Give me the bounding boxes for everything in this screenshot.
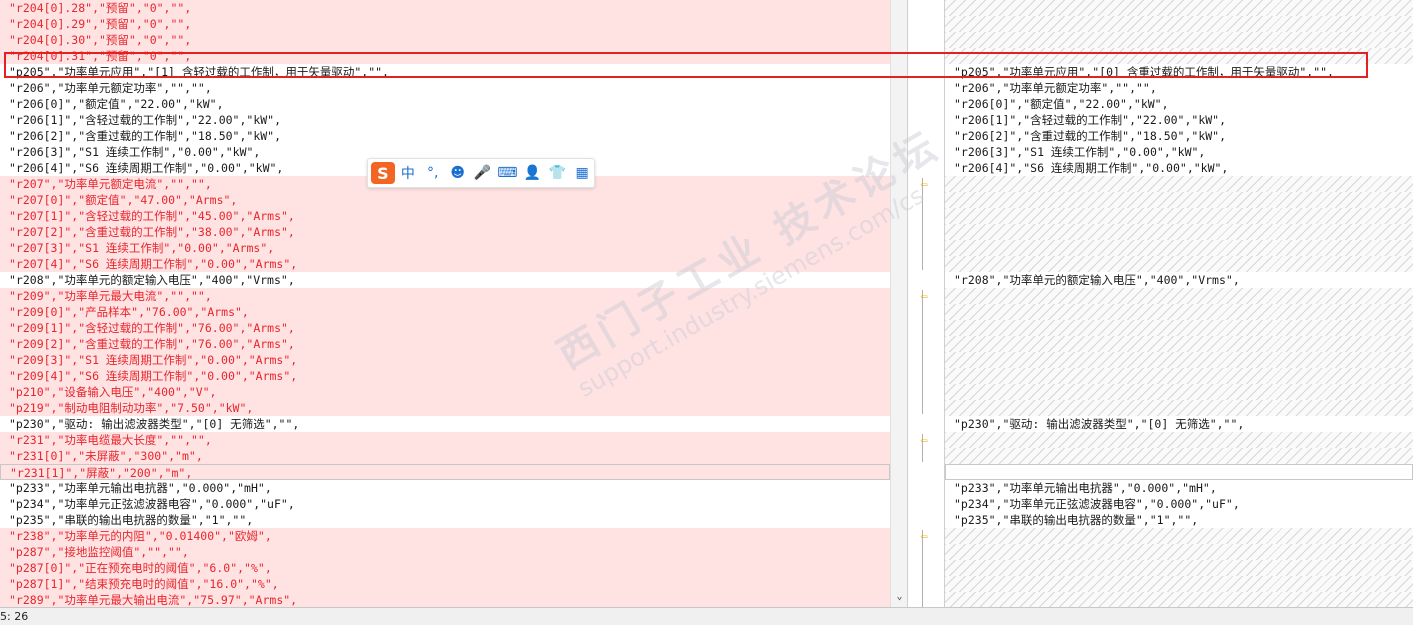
left-diff-pane[interactable]: "r204[0].28","预留","0","", "r204[0].29","预… <box>0 0 890 607</box>
right-missing-line <box>945 384 1413 400</box>
scroll-down-arrow-icon[interactable]: ⌄ <box>893 590 906 604</box>
ime-mode-button[interactable]: 中 <box>396 161 420 185</box>
left-line[interactable]: "r207[4]","S6 连续周期工作制","0.00","Arms", <box>0 256 890 272</box>
left-vertical-scrollbar[interactable]: ⌄ <box>890 0 907 607</box>
right-line[interactable]: "r206","功率单元额定功率","","", <box>945 80 1413 96</box>
right-line[interactable]: "r206[3]","S1 连续工作制","0.00","kW", <box>945 144 1413 160</box>
right-missing-line <box>945 592 1413 607</box>
right-missing-line <box>945 320 1413 336</box>
left-line[interactable]: "r209[4]","S6 连续周期工作制","0.00","Arms", <box>0 368 890 384</box>
copy-left-arrow-icon[interactable]: ⇦ <box>917 434 931 446</box>
left-line[interactable]: "p205","功率单元应用","[1] 含轻过载的工作制，用于矢量驱动",""… <box>0 64 890 80</box>
emoji-icon[interactable]: ☻ <box>446 161 470 185</box>
right-line[interactable]: "r206[0]","额定值","22.00","kW", <box>945 96 1413 112</box>
right-line[interactable]: "r206[4]","S6 连续周期工作制","0.00","kW", <box>945 160 1413 176</box>
left-line[interactable]: "r209[1]","含轻过载的工作制","76.00","Arms", <box>0 320 890 336</box>
left-line[interactable]: "r204[0].28","预留","0","", <box>0 0 890 16</box>
right-missing-line <box>945 528 1413 544</box>
left-line[interactable]: "p219","制动电阻制动功率","7.50","kW", <box>0 400 890 416</box>
right-missing-line <box>945 176 1413 192</box>
left-line[interactable]: "r207[1]","含轻过载的工作制","45.00","Arms", <box>0 208 890 224</box>
left-line[interactable]: "r231[1]","屏蔽","200","m", <box>0 464 890 480</box>
sogou-logo-icon[interactable]: S <box>371 162 395 184</box>
right-line[interactable]: "p235","串联的输出电抗器的数量","1","", <box>945 512 1413 528</box>
right-missing-line <box>945 304 1413 320</box>
right-line[interactable]: "p205","功率单元应用","[0] 含重过载的工作制，用于矢量驱动",""… <box>945 64 1413 80</box>
left-line[interactable]: "r207[2]","含重过载的工作制","38.00","Arms", <box>0 224 890 240</box>
copy-left-arrow-icon[interactable]: ⇦ <box>917 530 931 542</box>
gutter-block-line <box>922 290 923 414</box>
right-missing-line <box>945 48 1413 64</box>
right-line[interactable]: "r208","功率单元的额定输入电压","400","Vrms", <box>945 272 1413 288</box>
right-line[interactable] <box>945 464 1413 480</box>
diff-gutter: ⇦ ⇦ ⇦ ⇦ <box>907 0 945 622</box>
right-missing-line <box>945 192 1413 208</box>
right-missing-line <box>945 576 1413 592</box>
copy-left-arrow-icon[interactable]: ⇦ <box>917 290 931 302</box>
status-bar: 5: 26 <box>0 607 1413 625</box>
gutter-block-line <box>922 178 923 270</box>
left-line[interactable]: "r231[0]","未屏蔽","300","m", <box>0 448 890 464</box>
left-line[interactable]: "p287[0]","正在预充电时的阈值","6.0","%", <box>0 560 890 576</box>
right-line[interactable]: "p233","功率单元输出电抗器","0.000","mH", <box>945 480 1413 496</box>
left-line[interactable]: "r231","功率电缆最大长度","","", <box>0 432 890 448</box>
right-line[interactable]: "p234","功率单元正弦滤波器电容","0.000","uF", <box>945 496 1413 512</box>
left-line[interactable]: "r207[3]","S1 连续工作制","0.00","Arms", <box>0 240 890 256</box>
right-line[interactable]: "r206[1]","含轻过载的工作制","22.00","kW", <box>945 112 1413 128</box>
left-line[interactable]: "p233","功率单元输出电抗器","0.000","mH", <box>0 480 890 496</box>
user-icon[interactable]: 👤 <box>520 161 544 185</box>
right-missing-line <box>945 208 1413 224</box>
right-missing-line <box>945 432 1413 448</box>
right-missing-line <box>945 32 1413 48</box>
left-line[interactable]: "r238","功率单元的内阻","0.01400","欧姆", <box>0 528 890 544</box>
left-line[interactable]: "r206[1]","含轻过载的工作制","22.00","kW", <box>0 112 890 128</box>
right-missing-line <box>945 336 1413 352</box>
left-line[interactable]: "r209[0]","产品样本","76.00","Arms", <box>0 304 890 320</box>
punctuation-icon[interactable]: °, <box>421 161 445 185</box>
left-line[interactable]: "r206[2]","含重过载的工作制","18.50","kW", <box>0 128 890 144</box>
right-diff-pane[interactable]: "p205","功率单元应用","[0] 含重过载的工作制，用于矢量驱动",""… <box>945 0 1413 607</box>
right-missing-line <box>945 368 1413 384</box>
left-line[interactable]: "p234","功率单元正弦滤波器电容","0.000","uF", <box>0 496 890 512</box>
left-line[interactable]: "r204[0].31","预留","0","", <box>0 48 890 64</box>
ime-toolbar[interactable]: S 中 °, ☻ 🎤 ⌨ 👤 👕 ▦ <box>367 158 595 188</box>
right-missing-line <box>945 400 1413 416</box>
right-missing-line <box>945 224 1413 240</box>
left-line[interactable]: "r209[2]","含重过载的工作制","76.00","Arms", <box>0 336 890 352</box>
left-line[interactable]: "r209[3]","S1 连续周期工作制","0.00","Arms", <box>0 352 890 368</box>
right-missing-line <box>945 448 1413 464</box>
left-line[interactable]: "r206","功率单元额定功率","","", <box>0 80 890 96</box>
left-line[interactable]: "r204[0].30","预留","0","", <box>0 32 890 48</box>
right-missing-line <box>945 560 1413 576</box>
copy-left-arrow-icon[interactable]: ⇦ <box>917 178 931 190</box>
left-line[interactable]: "p210","设备输入电压","400","V", <box>0 384 890 400</box>
skin-icon[interactable]: 👕 <box>545 161 569 185</box>
keyboard-icon[interactable]: ⌨ <box>495 161 519 185</box>
right-missing-line <box>945 240 1413 256</box>
left-line[interactable]: "p287","接地监控阈值","","", <box>0 544 890 560</box>
right-line[interactable]: "p230","驱动: 输出滤波器类型","[0] 无筛选","", <box>945 416 1413 432</box>
right-missing-line <box>945 256 1413 272</box>
left-line[interactable]: "p287[1]","结束预充电时的阈值","16.0","%", <box>0 576 890 592</box>
left-line[interactable]: "r208","功率单元的额定输入电压","400","Vrms", <box>0 272 890 288</box>
right-missing-line <box>945 352 1413 368</box>
microphone-icon[interactable]: 🎤 <box>471 161 495 185</box>
left-line[interactable]: "r289","功率单元最大输出电流","75.97","Arms", <box>0 592 890 607</box>
cursor-position: 5: 26 <box>0 610 29 623</box>
right-missing-line <box>945 544 1413 560</box>
right-missing-line <box>945 0 1413 16</box>
left-line[interactable]: "p235","串联的输出电抗器的数量","1","", <box>0 512 890 528</box>
left-line[interactable]: "p230","驱动: 输出滤波器类型","[0] 无筛选","", <box>0 416 890 432</box>
left-line[interactable]: "r204[0].29","预留","0","", <box>0 16 890 32</box>
right-missing-line <box>945 16 1413 32</box>
left-line[interactable]: "r206[0]","额定值","22.00","kW", <box>0 96 890 112</box>
right-line[interactable]: "r206[2]","含重过载的工作制","18.50","kW", <box>945 128 1413 144</box>
left-line[interactable]: "r207[0]","额定值","47.00","Arms", <box>0 192 890 208</box>
right-missing-line <box>945 288 1413 304</box>
apps-grid-icon[interactable]: ▦ <box>570 161 594 185</box>
left-line[interactable]: "r209","功率单元最大电流","","", <box>0 288 890 304</box>
